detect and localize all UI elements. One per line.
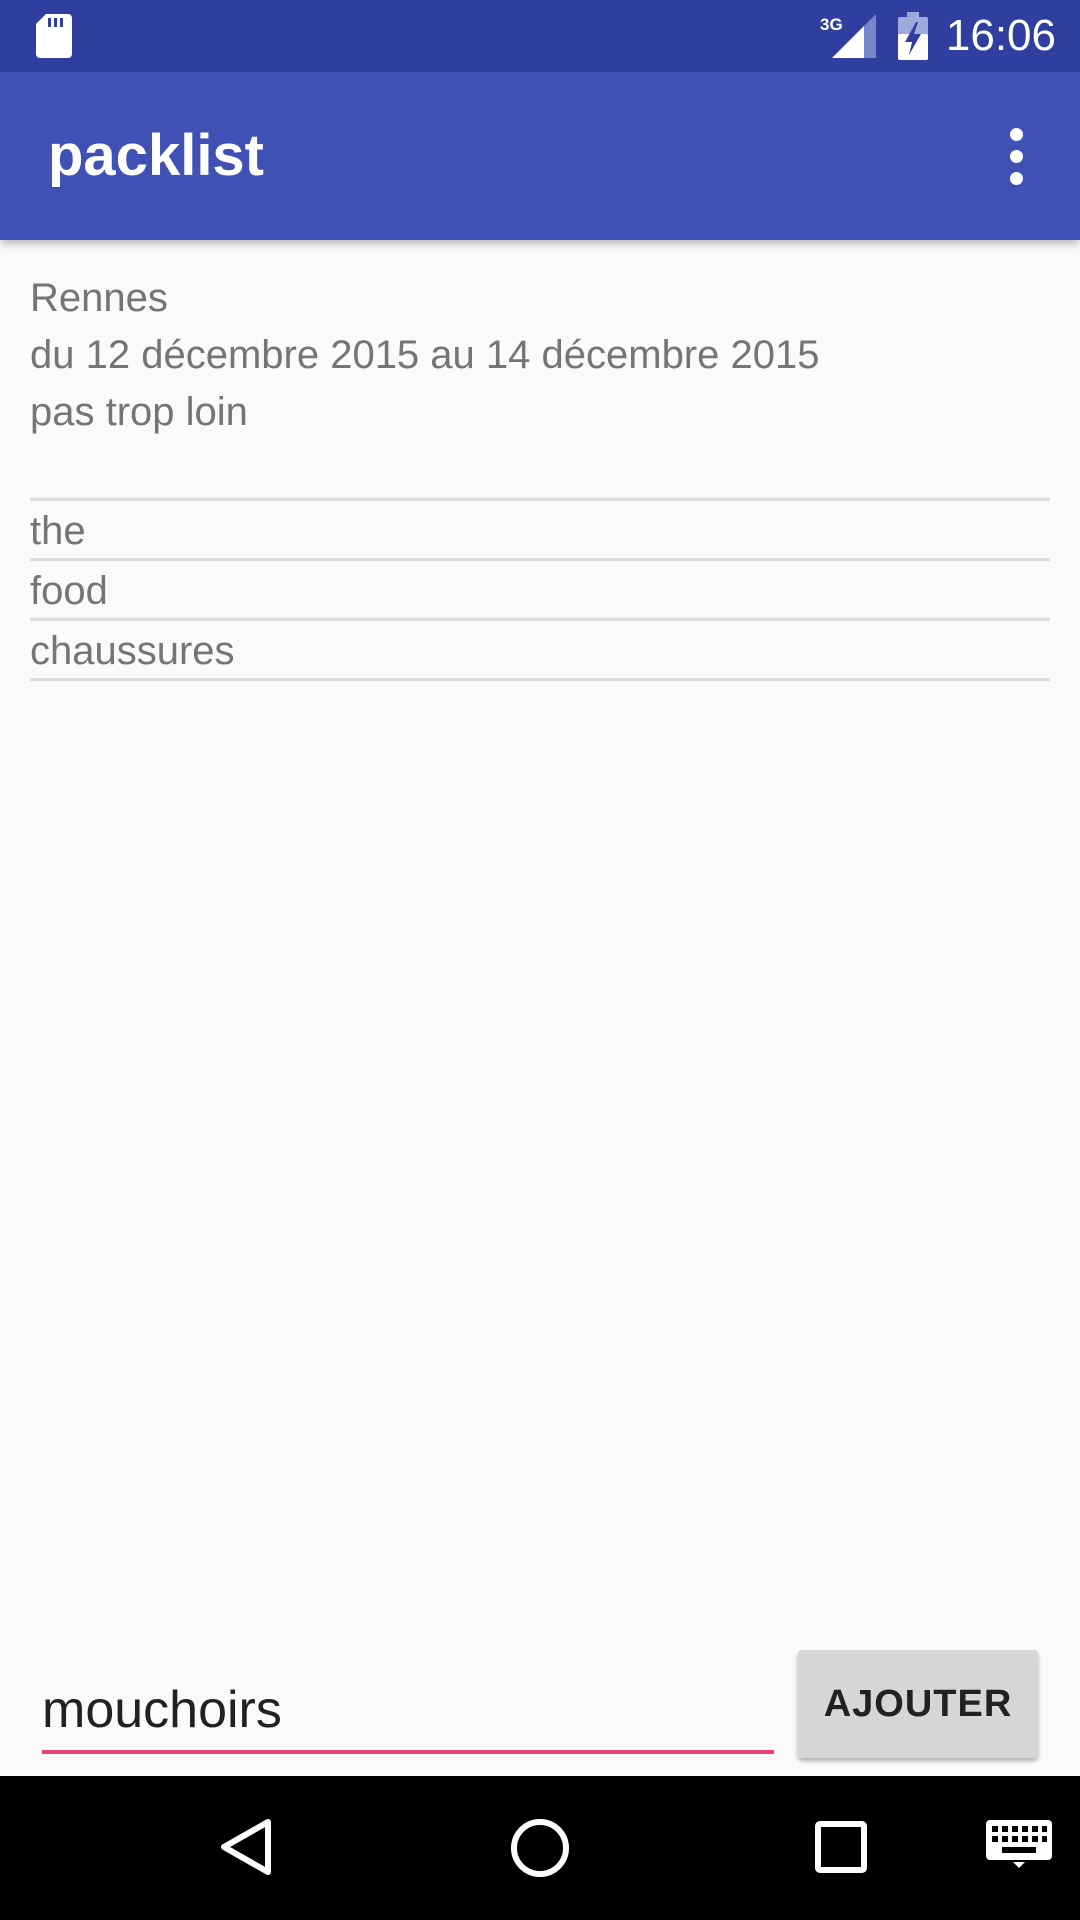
add-button[interactable]: AJOUTER bbox=[798, 1650, 1038, 1758]
list-item[interactable]: chaussures bbox=[30, 621, 1050, 681]
home-icon[interactable] bbox=[504, 1812, 576, 1884]
app-bar: packlist bbox=[0, 72, 1080, 240]
recents-icon[interactable] bbox=[810, 1816, 872, 1878]
new-item-input[interactable] bbox=[42, 1670, 774, 1754]
list-item[interactable]: food bbox=[30, 561, 1050, 621]
packing-list: the food chaussures bbox=[30, 498, 1050, 681]
cellular-signal-icon: 3G bbox=[820, 14, 876, 58]
overflow-menu-icon-dot bbox=[1009, 149, 1023, 163]
overflow-menu-icon bbox=[1009, 127, 1023, 141]
keyboard-icon[interactable] bbox=[986, 1820, 1052, 1868]
overflow-menu-button[interactable] bbox=[976, 112, 1056, 200]
sd-card-icon bbox=[36, 14, 72, 58]
trip-destination: Rennes bbox=[30, 276, 168, 320]
trip-dates: du 12 décembre 2015 au 14 décembre 2015 bbox=[30, 333, 820, 377]
app-title: packlist bbox=[48, 123, 264, 188]
trip-info: Rennes du 12 décembre 2015 au 14 décembr… bbox=[30, 270, 819, 441]
status-clock: 16:06 bbox=[945, 11, 1056, 60]
network-type-label: 3G bbox=[820, 15, 843, 34]
list-item[interactable]: the bbox=[30, 501, 1050, 561]
battery-charging-icon bbox=[898, 12, 928, 60]
back-icon[interactable] bbox=[210, 1812, 280, 1882]
navigation-bar bbox=[0, 1776, 1080, 1920]
status-bar: 3G 16:06 bbox=[0, 0, 1080, 72]
overflow-menu-icon-dot bbox=[1009, 171, 1023, 185]
trip-note: pas trop loin bbox=[30, 390, 248, 434]
